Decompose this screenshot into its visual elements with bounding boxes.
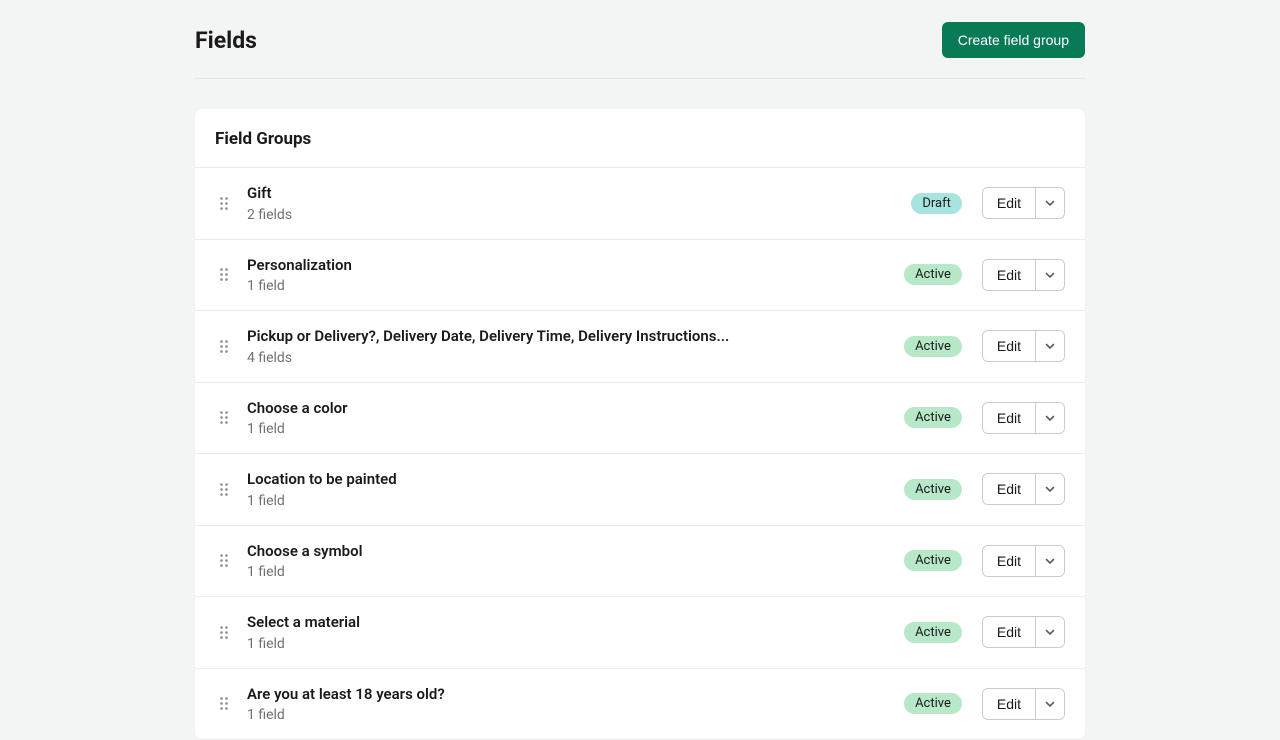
field-group-row: Pickup or Delivery?, Delivery Date, Deli… xyxy=(195,311,1085,383)
drag-handle-icon[interactable] xyxy=(215,554,233,567)
field-group-row: Gift 2 fieldsDraft Edit xyxy=(195,168,1085,240)
edit-button-group: Edit xyxy=(982,473,1065,505)
status-badge: Active xyxy=(904,264,962,285)
field-groups-list: Gift 2 fieldsDraft Edit Personalization 1 fi… xyxy=(195,168,1085,740)
chevron-down-icon xyxy=(1044,483,1056,495)
create-field-group-button[interactable]: Create field group xyxy=(942,22,1085,58)
drag-handle-icon[interactable] xyxy=(215,197,233,210)
field-group-title: Choose a symbol xyxy=(247,542,904,562)
field-group-count: 1 field xyxy=(247,493,904,509)
row-main: Are you at least 18 years old? 1 field xyxy=(233,685,904,724)
drag-handle-icon[interactable] xyxy=(215,340,233,353)
drag-handle-icon[interactable] xyxy=(215,697,233,710)
edit-dropdown-button[interactable] xyxy=(1035,689,1064,719)
edit-button[interactable]: Edit xyxy=(983,617,1035,647)
drag-handle-icon[interactable] xyxy=(215,411,233,424)
field-group-row: Select a material 1 fieldActive Edit xyxy=(195,597,1085,669)
row-main: Pickup or Delivery?, Delivery Date, Deli… xyxy=(233,327,904,366)
card-title: Field Groups xyxy=(215,129,1065,149)
edit-dropdown-button[interactable] xyxy=(1035,331,1064,361)
chevron-down-icon xyxy=(1044,555,1056,567)
page-title: Fields xyxy=(195,27,257,54)
row-main: Choose a symbol 1 field xyxy=(233,542,904,581)
row-main: Select a material 1 field xyxy=(233,613,904,652)
row-main: Gift 2 fields xyxy=(233,184,911,223)
drag-handle-icon[interactable] xyxy=(215,268,233,281)
field-group-count: 1 field xyxy=(247,707,904,723)
edit-button-group: Edit xyxy=(982,187,1065,219)
edit-button-group: Edit xyxy=(982,688,1065,720)
drag-handle-icon[interactable] xyxy=(215,483,233,496)
edit-button[interactable]: Edit xyxy=(983,188,1035,218)
field-group-row: Choose a color 1 fieldActive Edit xyxy=(195,383,1085,455)
edit-button[interactable]: Edit xyxy=(983,546,1035,576)
edit-button-group: Edit xyxy=(982,330,1065,362)
field-group-title: Are you at least 18 years old? xyxy=(247,685,904,705)
edit-dropdown-button[interactable] xyxy=(1035,474,1064,504)
chevron-down-icon xyxy=(1044,698,1056,710)
edit-button[interactable]: Edit xyxy=(983,474,1035,504)
field-group-count: 2 fields xyxy=(247,207,911,223)
row-main: Location to be painted 1 field xyxy=(233,470,904,509)
status-badge: Draft xyxy=(911,193,962,214)
status-badge: Active xyxy=(904,550,962,571)
card-header: Field Groups xyxy=(195,109,1085,168)
edit-button[interactable]: Edit xyxy=(983,689,1035,719)
field-group-title: Pickup or Delivery?, Delivery Date, Deli… xyxy=(247,327,904,347)
edit-button-group: Edit xyxy=(982,545,1065,577)
field-group-count: 1 field xyxy=(247,278,904,294)
edit-dropdown-button[interactable] xyxy=(1035,188,1064,218)
edit-button-group: Edit xyxy=(982,402,1065,434)
field-group-count: 1 field xyxy=(247,636,904,652)
chevron-down-icon xyxy=(1044,626,1056,638)
edit-button-group: Edit xyxy=(982,616,1065,648)
chevron-down-icon xyxy=(1044,269,1056,281)
drag-handle-icon[interactable] xyxy=(215,626,233,639)
status-badge: Active xyxy=(904,479,962,500)
field-group-title: Personalization xyxy=(247,256,904,276)
edit-button[interactable]: Edit xyxy=(983,403,1035,433)
edit-dropdown-button[interactable] xyxy=(1035,617,1064,647)
field-group-title: Choose a color xyxy=(247,399,904,419)
field-group-count: 1 field xyxy=(247,564,904,580)
status-badge: Active xyxy=(904,336,962,357)
status-badge: Active xyxy=(904,693,962,714)
row-main: Personalization 1 field xyxy=(233,256,904,295)
field-groups-card: Field Groups Gift2 fieldsDraftEditPerson… xyxy=(195,109,1085,740)
row-main: Choose a color 1 field xyxy=(233,399,904,438)
edit-button[interactable]: Edit xyxy=(983,331,1035,361)
field-group-count: 1 field xyxy=(247,421,904,437)
edit-dropdown-button[interactable] xyxy=(1035,546,1064,576)
field-group-row: Personalization 1 fieldActive Edit xyxy=(195,240,1085,312)
field-group-title: Select a material xyxy=(247,613,904,633)
field-group-row: Are you at least 18 years old? 1 fieldAct… xyxy=(195,669,1085,740)
status-badge: Active xyxy=(904,407,962,428)
page-header: Fields Create field group xyxy=(195,0,1085,79)
field-group-count: 4 fields xyxy=(247,350,904,366)
chevron-down-icon xyxy=(1044,412,1056,424)
edit-dropdown-button[interactable] xyxy=(1035,403,1064,433)
edit-dropdown-button[interactable] xyxy=(1035,260,1064,290)
field-group-row: Location to be painted 1 fieldActive Edit xyxy=(195,454,1085,526)
field-group-row: Choose a symbol 1 fieldActive Edit xyxy=(195,526,1085,598)
status-badge: Active xyxy=(904,622,962,643)
edit-button-group: Edit xyxy=(982,259,1065,291)
edit-button[interactable]: Edit xyxy=(983,260,1035,290)
chevron-down-icon xyxy=(1044,340,1056,352)
field-group-title: Location to be painted xyxy=(247,470,904,490)
chevron-down-icon xyxy=(1044,197,1056,209)
field-group-title: Gift xyxy=(247,184,911,204)
